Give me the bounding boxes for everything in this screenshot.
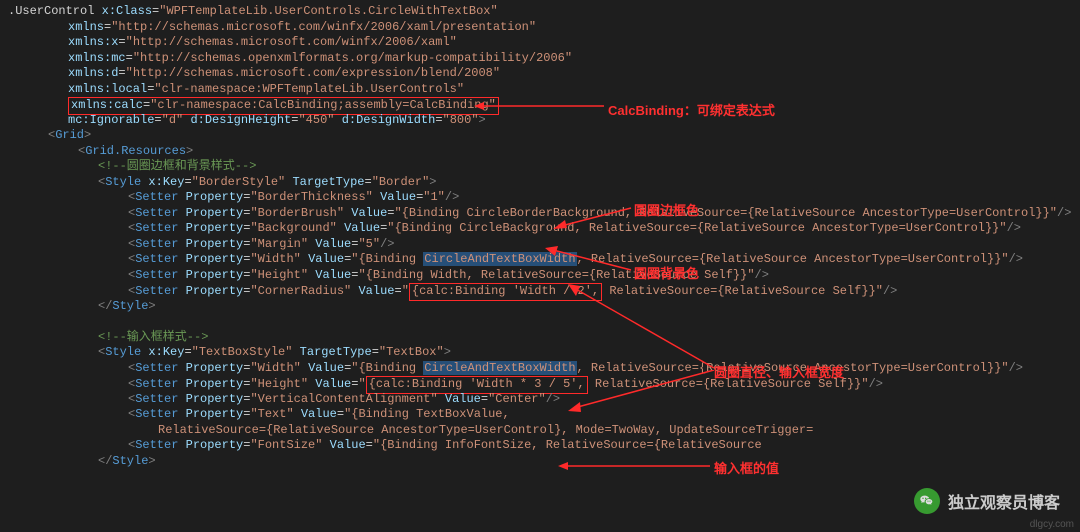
- annotation-calc: CalcBinding：可绑定表达式: [608, 100, 775, 119]
- annotation-diamwidth: 圆圈直径、输入框宽度: [714, 362, 844, 381]
- code-editor[interactable]: .UserControl x:Class="WPFTemplateLib.Use…: [0, 0, 1080, 473]
- tag: .UserControl: [8, 4, 94, 18]
- highlight-width1: CircleAndTextBoxWidth: [423, 252, 576, 266]
- annotation-tbvalue: 输入框的值: [714, 458, 779, 477]
- comment: <!--输入框样式-->: [98, 330, 208, 344]
- annotation-bgcolor: 圆圈背景色: [634, 263, 699, 282]
- wechat-icon: [914, 488, 940, 514]
- url-watermark: dlgcy.com: [1030, 519, 1074, 530]
- watermark: 独立观察员博客: [914, 488, 1060, 514]
- annotation-bordercolor: 圆圈边框色: [634, 200, 699, 219]
- comment: <!--圆圈边框和背景样式-->: [98, 159, 256, 173]
- highlight-width2: CircleAndTextBoxWidth: [423, 361, 576, 375]
